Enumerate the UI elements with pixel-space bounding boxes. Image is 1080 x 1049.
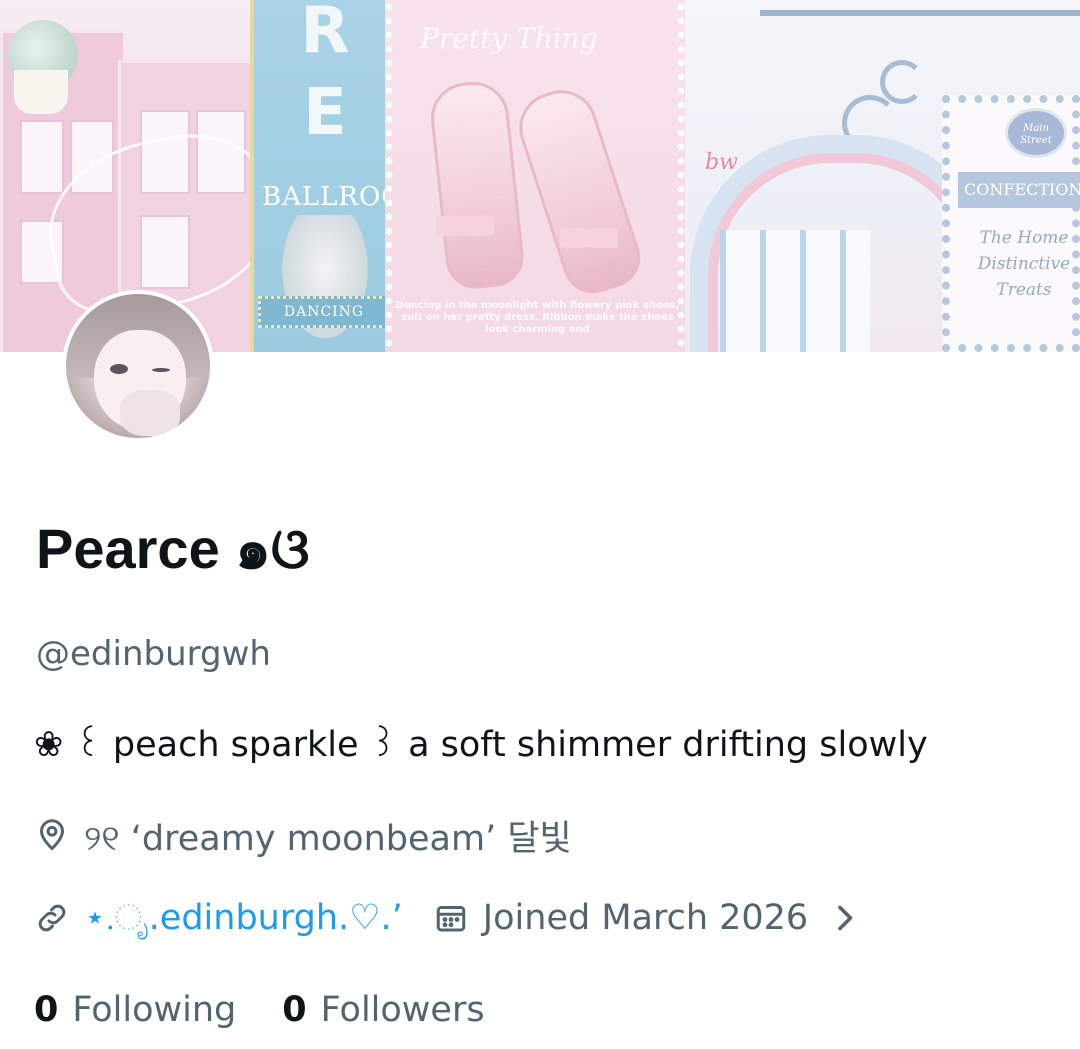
ballroom-sign-text: BALLROO xyxy=(262,182,385,212)
avatar-hand xyxy=(120,390,180,436)
link-icon xyxy=(34,900,70,936)
website-link[interactable]: ⋆.ೃ.edinburgh.♡.’ xyxy=(84,898,403,938)
location-pin-icon xyxy=(34,817,70,853)
bio: ❀ ꒰ peach sparkle ꒱ a soft shimmer drift… xyxy=(34,725,928,765)
banner-edge xyxy=(210,352,1080,392)
ribbon-bow xyxy=(560,222,618,254)
sign-letter: R xyxy=(300,0,350,68)
shoes-caption: Dancing in the moonlight with flowery pi… xyxy=(395,300,680,335)
following-link[interactable]: 0 Following xyxy=(34,990,236,1030)
chevron-right-icon[interactable] xyxy=(834,900,858,936)
location-text: ୨୧ ‘dreamy moonbeam’ 달빛 xyxy=(84,818,572,859)
stamp-edge xyxy=(385,0,393,352)
calendar-icon xyxy=(433,900,469,936)
joined-date: Joined March 2026 xyxy=(482,898,809,938)
link-joined-row: ⋆.ೃ.edinburgh.♡.’ Joined March 2026 xyxy=(34,893,858,943)
avatar-eye xyxy=(152,368,170,372)
sign-medallion: Main Street xyxy=(1005,108,1067,158)
ironwork-curl xyxy=(880,60,924,104)
street-lamp-glass xyxy=(14,70,68,114)
ribbon-bow xyxy=(436,210,494,242)
building-window xyxy=(20,120,64,194)
storefront-word: bw xyxy=(705,150,738,175)
sign-strip: CONFECTIONE xyxy=(958,172,1080,208)
marquee-text: DANCING xyxy=(283,304,365,320)
avatar-eye xyxy=(110,364,128,374)
following-count: 0 xyxy=(34,990,59,1030)
sign-letter: E xyxy=(303,76,347,150)
location-row: ୨୧ ‘dreamy moonbeam’ 달빛 xyxy=(34,810,572,860)
storefront-window xyxy=(720,230,870,352)
shoes-title: Pretty Thing xyxy=(420,22,598,55)
username-handle: @edinburgwh xyxy=(36,634,271,674)
following-label: Following xyxy=(72,990,237,1030)
followers-link[interactable]: 0 Followers xyxy=(282,990,484,1030)
display-name: Pearce ๑ଓ xyxy=(36,517,310,580)
marquee-sign: DANCING xyxy=(258,296,385,328)
sign-script: The Home Distinctive Treats xyxy=(977,228,1071,300)
avatar[interactable] xyxy=(62,290,214,442)
follow-stats: 0 Following 0 Followers xyxy=(34,984,531,1036)
dancers-illustration xyxy=(275,215,375,350)
followers-label: Followers xyxy=(320,990,485,1030)
followers-count: 0 xyxy=(282,990,307,1030)
